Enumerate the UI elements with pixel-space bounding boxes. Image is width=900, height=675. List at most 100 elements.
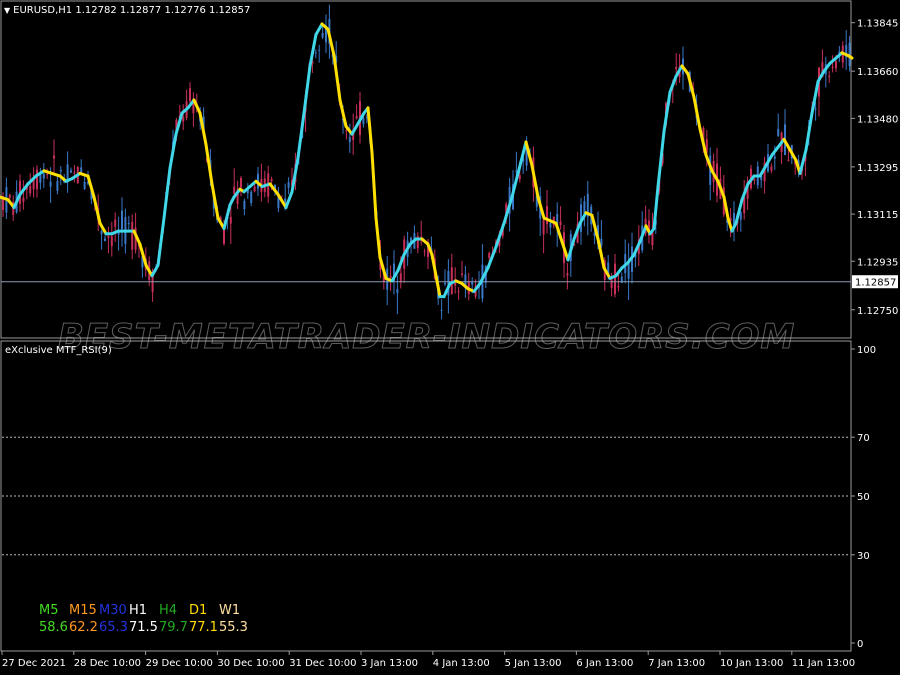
candle-body (389, 275, 392, 279)
candle-body (253, 186, 256, 192)
time-tick-label: 27 Dec 2021 (2, 658, 66, 669)
watermark-text: BEST-METATRADER-INDICATORS.COM (58, 317, 795, 357)
candle-body (787, 159, 790, 161)
candle-body (127, 223, 130, 225)
candle-body (675, 67, 678, 70)
candle-body (223, 229, 225, 244)
chart-canvas[interactable]: 1.13845 1.13660 1.13480 1.13295 1.13115 1.129… (0, 0, 900, 675)
price-axis: 1.13845 1.13660 1.13480 1.13295 1.13115 1.129… (851, 19, 898, 317)
mtf-rsi-table: M5 M15 M30 H1 H4 D1 W1 58.6 62.2 65.3 71.5 79.7 77.… (39, 602, 249, 636)
candle-body (59, 169, 62, 172)
candle-body (53, 155, 55, 159)
candle-body (488, 252, 491, 258)
candle-body (399, 273, 402, 283)
candle-body (753, 178, 756, 181)
mtf-timeframe-label: W1 (219, 603, 241, 618)
candle-body (559, 221, 562, 225)
time-axis: 27 Dec 2021 28 Dec 10:00 29 Dec 10:00 30 De… (1, 651, 855, 669)
price-tick-label: 1.13845 (857, 19, 898, 30)
rsi-level-label: 70 (857, 433, 870, 444)
time-tick-label: 29 Dec 10:00 (146, 658, 213, 669)
symbol-name: EURUSD,H1 (13, 5, 73, 16)
candle-body (114, 219, 117, 227)
mtf-timeframe-label: D1 (189, 603, 208, 618)
candle-body (610, 279, 613, 288)
candle-body (617, 285, 620, 288)
candle-body (240, 177, 242, 188)
candle-body (614, 263, 616, 295)
candle-body (39, 175, 42, 183)
candle-body (56, 180, 59, 191)
candle-body (835, 61, 837, 69)
time-tick-label: 3 Jan 13:00 (361, 658, 418, 669)
candle-body (831, 66, 834, 68)
candle-body (777, 128, 780, 137)
candle-body (518, 175, 521, 180)
close-price: 1.12857 (209, 5, 251, 16)
rsi-level-label: 30 (857, 551, 870, 562)
mtf-timeframe-label: M15 (69, 603, 97, 618)
candle-body (814, 108, 817, 110)
mtf-timeframe-row: M5 M15 M30 H1 H4 D1 W1 (39, 602, 249, 619)
price-tick-label: 1.12750 (857, 306, 898, 317)
candle-body (107, 235, 110, 238)
candle-body (549, 222, 552, 228)
candle-body (22, 197, 25, 202)
candle-body (457, 291, 460, 293)
candle-body (396, 289, 399, 294)
candle-body (739, 212, 742, 220)
candle-body (627, 262, 630, 279)
candle-body (29, 185, 32, 194)
symbol-header: ▼ EURUSD,H1 1.12782 1.12877 1.12776 1.128… (4, 5, 250, 16)
mtf-timeframe-label: H4 (159, 603, 178, 618)
indicator-title: eXclusive MTF_RSI(9) (5, 345, 112, 356)
candle-body (100, 230, 103, 235)
candle-body (36, 169, 38, 190)
mtf-timeframe-label: M5 (39, 603, 59, 618)
price-tick-label: 1.13480 (857, 114, 898, 125)
mtf-rsi-value: 62.2 (69, 620, 98, 635)
candle-body (229, 216, 232, 224)
candle-body (440, 309, 443, 311)
candle-body (773, 156, 776, 159)
candle-body (348, 137, 351, 143)
candle-body (42, 173, 45, 179)
candle-body (49, 181, 52, 187)
mtf-rsi-value: 77.1 (189, 620, 218, 635)
candle-body (182, 117, 185, 122)
candle-body (270, 179, 273, 182)
time-tick-label: 30 Dec 10:00 (217, 658, 284, 669)
time-tick-label: 10 Jan 13:00 (720, 658, 783, 669)
main-chart-panel[interactable] (0, 0, 852, 339)
candle-body (250, 191, 253, 203)
candle-body (243, 200, 246, 210)
rsi-level-label: 0 (857, 639, 863, 650)
time-tick-label: 4 Jan 13:00 (433, 658, 490, 669)
candle-body (73, 172, 76, 174)
candle-body (233, 186, 236, 194)
candle-body (345, 130, 348, 132)
rsi-level-label: 50 (857, 492, 870, 503)
price-tick-label: 1.13115 (857, 210, 898, 221)
candle-body (450, 267, 453, 295)
candle-body (121, 210, 123, 230)
time-tick-label: 28 Dec 10:00 (74, 658, 141, 669)
current-price-tag: 1.12857 (852, 275, 898, 289)
candle-body (131, 222, 134, 250)
current-price-label: 1.12857 (855, 278, 896, 289)
rsi-level-label: 100 (857, 345, 876, 356)
price-tick-label: 1.13660 (857, 67, 898, 78)
mtf-value-row: 58.6 62.2 65.3 71.5 79.7 77.1 55.3 (39, 619, 249, 636)
candle-body (566, 273, 569, 276)
candle-body (362, 118, 365, 125)
open-price: 1.12782 (75, 5, 117, 16)
candle-body (423, 251, 426, 253)
dropdown-triangle-icon[interactable]: ▼ (4, 6, 10, 15)
candle-body (83, 181, 86, 189)
time-tick-label: 6 Jan 13:00 (576, 658, 633, 669)
candle-body (355, 116, 358, 119)
time-tick-label: 7 Jan 13:00 (648, 658, 705, 669)
candle-body (110, 236, 113, 246)
candle-body (314, 52, 317, 54)
mtf-rsi-value: 71.5 (129, 620, 158, 635)
